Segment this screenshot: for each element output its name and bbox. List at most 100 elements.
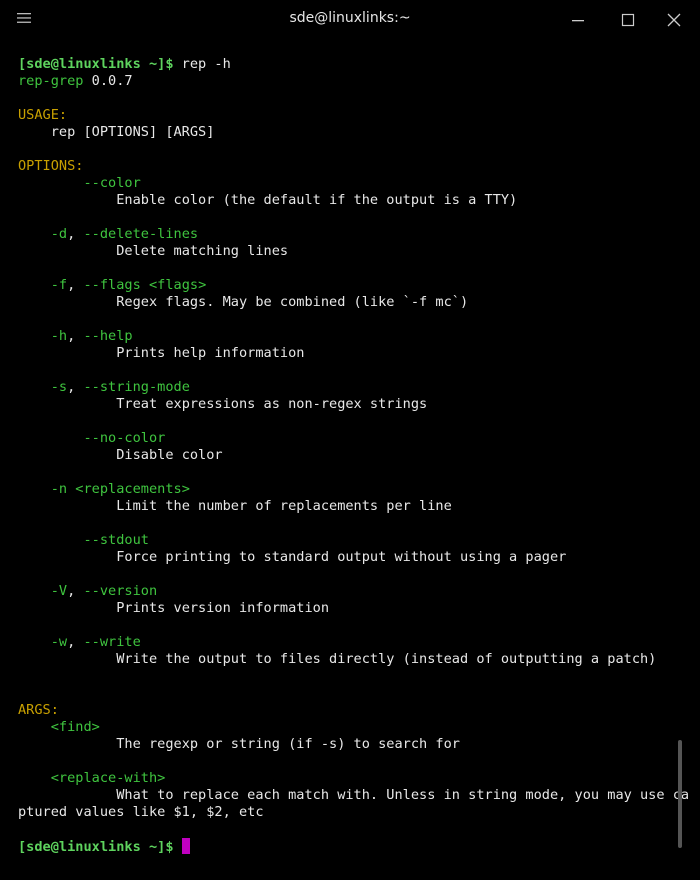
separator: , [67, 277, 84, 293]
option-flag: -n <replacements> [50, 481, 190, 497]
option-description: Limit the number of replacements per lin… [116, 498, 452, 514]
separator: , [67, 379, 84, 395]
separator: , [67, 634, 84, 650]
prompt-line[interactable]: [sde@linuxlinks ~]$ [18, 838, 688, 855]
command-line: [sde@linuxlinks ~]$ rep -h [18, 56, 688, 73]
option-short-flag: -f [50, 277, 68, 293]
window-title: sde@linuxlinks:~ [289, 10, 411, 26]
arg-name: <find> [50, 719, 100, 735]
section-header: ARGS: [18, 702, 59, 718]
minimize-icon[interactable] [568, 10, 588, 30]
version: 0.0.7 [83, 73, 133, 89]
option-description: Treat expressions as non-regex strings [116, 396, 428, 412]
option-description: Enable color (the default if the output … [116, 192, 518, 208]
option-flag: --version [83, 583, 158, 599]
option-flag: --stdout [83, 532, 149, 548]
arg-description: The regexp or string (if -s) to search f… [116, 736, 460, 752]
arg-description-cont: ptured values like $1, $2, etc [18, 804, 264, 820]
section-header: USAGE: [18, 107, 68, 123]
option-flag: --flags <flags> [83, 277, 207, 293]
option-desc-line: Delete matching lines [18, 243, 688, 260]
maximize-icon[interactable] [618, 10, 638, 30]
option-description: Disable color [116, 447, 223, 463]
option-desc-line: Prints help information [18, 345, 688, 362]
close-icon[interactable] [664, 10, 684, 30]
option-flag-line: -f, --flags <flags> [18, 277, 688, 294]
option-flag-line: -V, --version [18, 583, 688, 600]
arg-name-line: <replace-with> [18, 770, 688, 787]
usage-header: USAGE: [18, 107, 688, 124]
arg-desc-cont-line: ptured values like $1, $2, etc [18, 804, 688, 821]
command: rep -h [173, 56, 231, 72]
separator: , [67, 583, 84, 599]
option-desc-line: Write the output to files directly (inst… [18, 651, 688, 668]
arg-desc-line: What to replace each match with. Unless … [18, 787, 690, 804]
option-description: Write the output to files directly (inst… [116, 651, 657, 667]
option-description: Delete matching lines [116, 243, 289, 259]
option-flag-line: -h, --help [18, 328, 688, 345]
option-description: Prints help information [116, 345, 305, 361]
option-short-flag: -d [50, 226, 68, 242]
prompt: [sde@linuxlinks ~]$ [18, 56, 174, 72]
scrollbar[interactable] [678, 740, 682, 848]
option-flag-line: --no-color [18, 430, 688, 447]
separator: , [67, 226, 84, 242]
option-flag-line: -d, --delete-lines [18, 226, 688, 243]
arg-desc-line: The regexp or string (if -s) to search f… [18, 736, 688, 753]
prompt: [sde@linuxlinks ~]$ [18, 839, 182, 855]
option-flag-line: -w, --write [18, 634, 688, 651]
option-short-flag: -h [50, 328, 68, 344]
text-cursor [181, 838, 190, 854]
option-short-flag: -w [50, 634, 68, 650]
version-line: rep-grep 0.0.7 [18, 73, 688, 90]
option-desc-line: Enable color (the default if the output … [18, 192, 688, 209]
arg-description: What to replace each match with. Unless … [116, 787, 690, 803]
option-flag: --help [83, 328, 133, 344]
separator: , [67, 328, 84, 344]
option-flag: --string-mode [83, 379, 190, 395]
option-flag-line: -n <replacements> [18, 481, 688, 498]
terminal-output[interactable]: [sde@linuxlinks ~]$ rep -h rep-grep 0.0.7… [18, 56, 690, 855]
arg-name: <replace-with> [50, 770, 166, 786]
option-desc-line: Regex flags. May be combined (like `-f m… [18, 294, 688, 311]
option-description: Regex flags. May be combined (like `-f m… [116, 294, 469, 310]
option-desc-line: Force printing to standard output withou… [18, 549, 688, 566]
option-description: Prints version information [116, 600, 330, 616]
option-flag: --no-color [83, 430, 166, 446]
option-flag: --delete-lines [83, 226, 199, 242]
args-header: ARGS: [18, 702, 688, 719]
option-flag-line: -s, --string-mode [18, 379, 688, 396]
title-bar: sde@linuxlinks:~ [0, 0, 700, 40]
option-flag-line: --color [18, 175, 688, 192]
options-header: OPTIONS: [18, 158, 688, 175]
option-short-flag: -V [50, 583, 68, 599]
option-desc-line: Limit the number of replacements per lin… [18, 498, 688, 515]
usage-line: rep [OPTIONS] [ARGS] [18, 124, 688, 141]
